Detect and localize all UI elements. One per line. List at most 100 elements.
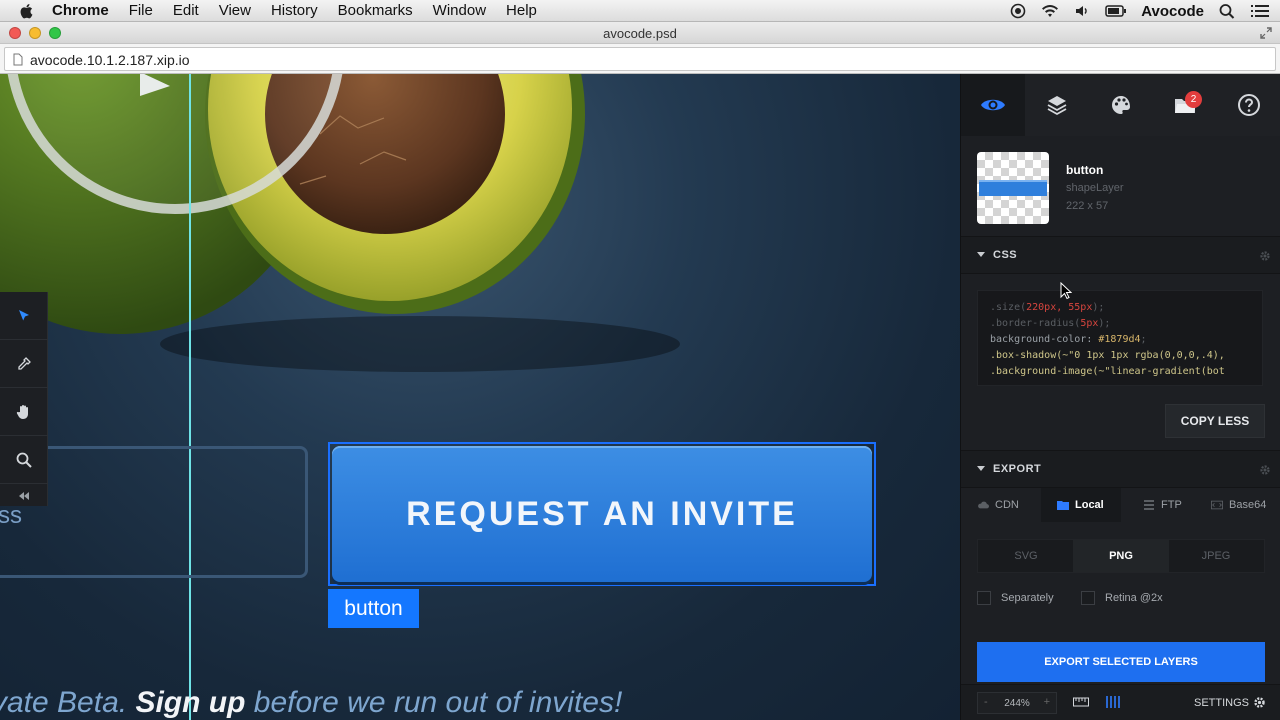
macos-menubar: Chrome File Edit View History Bookmarks … [0, 0, 1280, 22]
export-selected-layers-button[interactable]: EXPORT SELECTED LAYERS [977, 642, 1265, 682]
select-tool[interactable] [0, 292, 48, 340]
zoom-tool[interactable] [0, 436, 48, 484]
email-input-placeholder-partial: ss [0, 502, 22, 529]
menu-edit[interactable]: Edit [173, 2, 199, 19]
export-tab-cdn[interactable]: CDN [977, 488, 1041, 522]
window-title: avocode.psd [603, 26, 677, 41]
request-invite-button[interactable]: REQUEST AN INVITE [332, 446, 872, 582]
server-icon [1144, 500, 1154, 510]
double-chevron-left-icon [19, 492, 29, 500]
volume-icon[interactable] [1073, 3, 1091, 19]
tab-layers[interactable] [1025, 74, 1089, 136]
layers-icon [1047, 96, 1067, 116]
menu-file[interactable]: File [129, 2, 153, 19]
design-canvas[interactable]: ss REQUEST AN INVITE button vate Beta. S… [0, 74, 960, 720]
page-icon [13, 53, 23, 66]
zoom-level: 244% [1004, 697, 1030, 709]
export-tab-local[interactable]: Local [1041, 488, 1121, 522]
retina-label: Retina @2x [1105, 592, 1163, 604]
eyedropper-icon [18, 356, 31, 370]
layer-size: 222 x 57 [1066, 200, 1109, 212]
code-line: .background-image(~"linear-gradient(bot [990, 366, 1225, 377]
gear-icon[interactable] [1259, 250, 1271, 262]
mouse-cursor-icon [1060, 282, 1072, 300]
tab-assets[interactable] [1153, 74, 1217, 136]
promo-text: vate Beta. Sign up before we run out of … [0, 686, 622, 720]
fullscreen-icon[interactable] [1260, 27, 1272, 39]
hand-icon [16, 404, 28, 419]
eyedropper-tool[interactable] [0, 340, 48, 388]
format-svg[interactable]: SVG [978, 540, 1074, 572]
ruler-icon[interactable] [1073, 696, 1089, 708]
css-section-title: CSS [993, 249, 1018, 261]
layer-name: button [1066, 163, 1104, 177]
inspector-bottom-bar: - 244% + SETTINGS [961, 684, 1280, 720]
zoom-out-button[interactable]: - [984, 696, 988, 708]
layer-thumbnail [977, 152, 1049, 224]
search-icon[interactable] [1218, 3, 1236, 19]
tab-styles[interactable] [1089, 74, 1153, 136]
gear-icon[interactable] [1253, 696, 1266, 709]
menu-history[interactable]: History [271, 2, 318, 19]
battery-icon[interactable] [1105, 3, 1127, 19]
retina-checkbox[interactable] [1081, 591, 1095, 605]
eye-icon [981, 99, 1005, 111]
palette-icon [1112, 96, 1130, 114]
layer-type: shapeLayer [1066, 182, 1124, 194]
option-retina[interactable]: Retina @2x [1081, 590, 1163, 606]
menu-help[interactable]: Help [506, 2, 537, 19]
url-text[interactable]: avocode.10.1.2.187.xip.io [30, 52, 190, 68]
folder-icon [1057, 501, 1069, 510]
screen-record-icon[interactable] [1009, 3, 1027, 19]
code-line: background-color: #1879d4; [990, 334, 1147, 345]
browser-titlebar: avocode.psd [0, 22, 1280, 44]
zoom-control[interactable]: - 244% + [977, 692, 1057, 714]
export-tab-ftp[interactable]: FTP [1143, 488, 1213, 522]
export-section-header[interactable]: EXPORT [961, 450, 1280, 488]
menu-app-name[interactable]: Chrome [52, 2, 109, 19]
format-png[interactable]: PNG [1073, 540, 1169, 572]
menubar-user-name[interactable]: Avocode [1141, 3, 1204, 20]
help-icon [1238, 94, 1260, 116]
address-bar: avocode.10.1.2.187.xip.io [0, 44, 1280, 74]
apple-icon[interactable] [18, 2, 36, 20]
guides-icon[interactable] [1105, 695, 1121, 709]
menu-bookmarks[interactable]: Bookmarks [338, 2, 413, 19]
menu-window[interactable]: Window [433, 2, 486, 19]
wifi-icon[interactable] [1041, 3, 1059, 19]
caret-down-icon [977, 466, 985, 471]
promo-sign-up: Sign up [135, 686, 246, 719]
list-icon[interactable] [1250, 3, 1270, 19]
export-format-tabs: SVG PNG JPEG [977, 539, 1265, 573]
option-separately[interactable]: Separately [977, 590, 1054, 606]
format-jpeg[interactable]: JPEG [1168, 540, 1264, 572]
hand-tool[interactable] [0, 388, 48, 436]
tab-inspect[interactable] [961, 74, 1025, 136]
request-invite-label: REQUEST AN INVITE [406, 494, 798, 533]
export-tab-base64[interactable]: Base64 [1211, 488, 1280, 522]
separately-checkbox[interactable] [977, 591, 991, 605]
code-line: .box-shadow(~"0 1px 1px rgba(0,0,0,.4), [990, 350, 1225, 361]
collapse-toolbar-button[interactable] [0, 486, 48, 506]
vertical-guide-line[interactable] [189, 74, 191, 720]
url-field[interactable]: avocode.10.1.2.187.xip.io [4, 47, 1276, 71]
canvas-toolbar [0, 292, 48, 506]
css-code-block[interactable]: .size(220px, 55px); .border-radius(5px);… [977, 290, 1263, 386]
zoom-in-button[interactable]: + [1044, 696, 1050, 708]
menu-view[interactable]: View [219, 2, 251, 19]
code-icon [1211, 500, 1223, 510]
gear-icon[interactable] [1259, 464, 1271, 476]
selected-layer-tag: button [328, 589, 419, 628]
settings-label[interactable]: SETTINGS [1194, 697, 1249, 709]
code-line: .border-radius(5px); [990, 318, 1111, 329]
inspector-panel: button shapeLayer 222 x 57 CSS .size(220… [960, 74, 1280, 720]
menubar-tray: Avocode [1009, 0, 1270, 22]
folder-badge: 2 [1185, 91, 1202, 108]
tab-help[interactable] [1217, 74, 1280, 136]
copy-less-button[interactable]: COPY LESS [1165, 404, 1265, 438]
css-section-header[interactable]: CSS [961, 236, 1280, 274]
magnifier-icon [16, 452, 32, 468]
promo-prefix: vate Beta. [0, 686, 136, 719]
code-line: .size(220px, 55px); [990, 302, 1105, 313]
promo-suffix: before we run out of invites! [245, 686, 623, 719]
